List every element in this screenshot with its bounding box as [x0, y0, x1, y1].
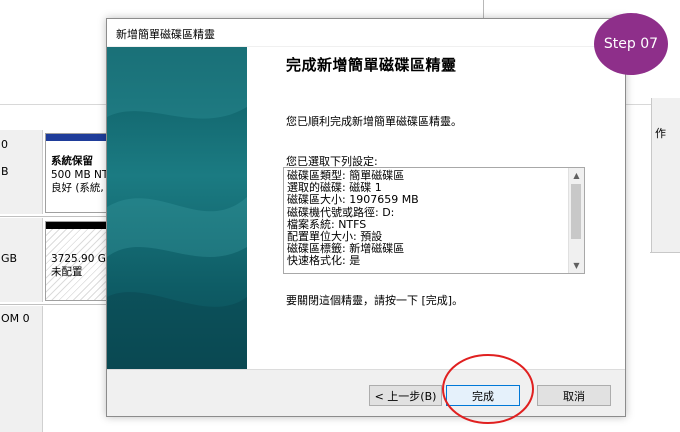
- scroll-down-arrow-icon[interactable]: ▼: [569, 258, 584, 273]
- partition-size: 3725.90 GB: [51, 253, 108, 265]
- settings-scrollbar[interactable]: ▲ ▼: [568, 168, 584, 273]
- footer-divider: [107, 369, 625, 370]
- row-divider: [0, 216, 106, 217]
- disk-0-size: B: [1, 165, 9, 178]
- partition-size: 500 MB NT: [51, 169, 108, 181]
- setting-volume-size: 磁碟區大小: 1907659 MB: [287, 193, 419, 207]
- sidebar-wave-graphic: [107, 47, 247, 369]
- finish-highlight-circle: [442, 354, 534, 424]
- cancel-button[interactable]: 取消: [537, 385, 611, 406]
- wizard-heading: 完成新增簡單磁碟區精靈: [286, 56, 457, 74]
- new-simple-volume-wizard: 新增簡單磁碟區精靈 完成新增簡單磁碟區精靈 您已順利完成新增簡單磁碟區精靈。 您…: [106, 18, 626, 417]
- partition-bar: [46, 134, 107, 141]
- system-reserved-partition[interactable]: 系統保留 500 MB NT 良好 (系統,: [45, 133, 108, 213]
- setting-drive-letter: 磁碟機代號或路徑: D:: [287, 205, 395, 219]
- cdrom-0-id: OM 0: [1, 312, 30, 325]
- close-hint-text: 要關閉這個精靈，請按一下 [完成]。: [286, 294, 464, 307]
- row-divider: [0, 304, 106, 305]
- actions-divider: [650, 252, 680, 253]
- scroll-up-arrow-icon[interactable]: ▲: [569, 168, 584, 183]
- disk-1-size: GB: [1, 252, 18, 265]
- settings-summary-list[interactable]: 磁碟區類型: 簡單磁碟區 選取的磁碟: 磁碟 1 磁碟區大小: 1907659 …: [283, 167, 585, 274]
- unallocated-partition[interactable]: 3725.90 GB 未配置: [45, 221, 108, 301]
- partition-title: 系統保留: [51, 155, 93, 167]
- partition-status: 未配置: [51, 266, 83, 278]
- settings-lines: 磁碟區類型: 簡單磁碟區 選取的磁碟: 磁碟 1 磁碟區大小: 1907659 …: [287, 169, 419, 268]
- scroll-thumb[interactable]: [571, 184, 581, 239]
- back-button[interactable]: < 上一步(B): [369, 385, 442, 406]
- cdrom-0-label[interactable]: OM 0: [0, 306, 43, 432]
- partition-status: 良好 (系統,: [51, 182, 104, 194]
- partition-bar: [46, 222, 107, 229]
- disk-0-label[interactable]: 0 B: [0, 130, 43, 214]
- disk-0-id: 0: [1, 138, 8, 151]
- setting-quick-format: 快速格式化: 是: [287, 254, 361, 268]
- disk-1-label[interactable]: GB: [0, 218, 43, 302]
- actions-panel-text[interactable]: 作: [655, 125, 666, 141]
- step-badge: Step 07: [594, 13, 668, 75]
- wizard-title: 新增簡單磁碟區精靈: [116, 28, 215, 41]
- success-message: 您已順利完成新增簡單磁碟區精靈。: [286, 115, 462, 128]
- disk-graphical-view: 0 B 系統保留 500 MB NT 良好 (系統, GB 3725.90 GB…: [0, 130, 108, 432]
- actions-panel: [651, 98, 680, 252]
